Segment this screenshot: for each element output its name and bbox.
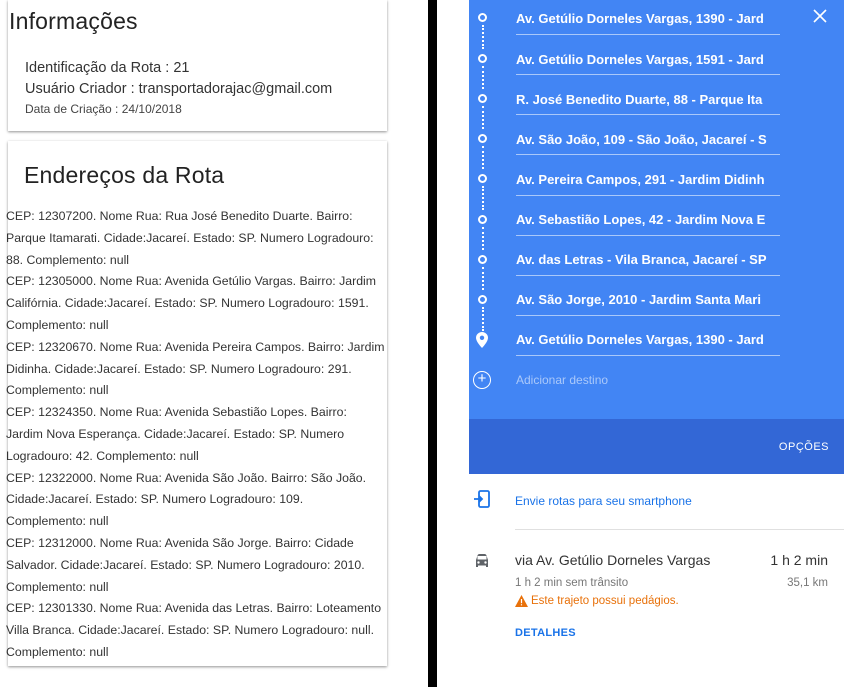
route-connector bbox=[481, 307, 484, 331]
route-creator: Usuário Criador : transportadorajac@gmai… bbox=[25, 81, 333, 97]
info-title: Informações bbox=[9, 8, 138, 34]
address-item: CEP: 12307200. Nome Rua: Rua José Benedi… bbox=[6, 209, 374, 267]
stop-input[interactable]: Av. São João, 109 - São João, Jacareí - … bbox=[516, 130, 780, 154]
close-icon[interactable] bbox=[811, 7, 829, 25]
stop-underline bbox=[516, 235, 780, 236]
divider bbox=[515, 529, 844, 530]
route-connector bbox=[481, 66, 484, 89]
stop-underline bbox=[516, 74, 780, 75]
send-to-phone-link[interactable]: Envie rotas para seu smartphone bbox=[515, 494, 692, 508]
send-to-phone-icon[interactable] bbox=[474, 490, 490, 508]
route-id: Identificação da Rota : 21 bbox=[25, 60, 190, 76]
waypoint-dot-icon bbox=[478, 295, 487, 304]
route-time-no-traffic: 1 h 2 min sem trânsito bbox=[515, 577, 629, 589]
stop-underline bbox=[516, 34, 780, 35]
route-connector bbox=[481, 267, 484, 290]
addresses-card: Endereços da Rota CEP: 12307200. Nome Ru… bbox=[6, 141, 387, 666]
info-card: Informações Identificação da Rota : 21 U… bbox=[8, 0, 387, 131]
route-connector bbox=[481, 106, 484, 129]
stop-input[interactable]: Av. Sebastião Lopes, 42 - Jardim Nova E bbox=[516, 210, 780, 234]
stop-underline bbox=[516, 355, 780, 356]
stop-underline bbox=[516, 114, 780, 115]
waypoint-dot-icon bbox=[478, 134, 487, 143]
stop-underline bbox=[516, 315, 780, 316]
stop-input[interactable]: Av. Getúlio Dorneles Vargas, 1390 - Jard bbox=[516, 9, 780, 33]
stop-input[interactable]: Av. Pereira Campos, 291 - Jardim Didinh bbox=[516, 170, 780, 194]
address-item: CEP: 12312000. Nome Rua: Avenida São Jor… bbox=[6, 535, 365, 594]
stop-input[interactable]: R. José Benedito Duarte, 88 - Parque Ita bbox=[516, 90, 780, 114]
address-item: CEP: 12324350. Nome Rua: Avenida Sebasti… bbox=[6, 405, 347, 463]
destination-input[interactable]: Av. Getúlio Dorneles Vargas, 1390 - Jard bbox=[516, 330, 780, 354]
route-info-panel: Informações Identificação da Rota : 21 U… bbox=[0, 0, 395, 687]
waypoint-dot-icon bbox=[478, 174, 487, 183]
toll-warning: Este trajeto possui pedágios. bbox=[531, 595, 679, 607]
stop-underline bbox=[516, 275, 780, 276]
stop-input[interactable]: Av. São Jorge, 2010 - Jardim Santa Mari bbox=[516, 290, 780, 314]
map-pin-icon bbox=[476, 332, 488, 348]
route-connector bbox=[481, 146, 484, 169]
route-connector bbox=[481, 186, 484, 210]
stop-underline bbox=[516, 154, 780, 155]
addresses-title: Endereços da Rota bbox=[24, 162, 225, 188]
waypoint-dot-icon bbox=[478, 215, 487, 224]
screen-divider bbox=[428, 0, 437, 687]
stop-underline bbox=[516, 195, 780, 196]
address-item: CEP: 12320670. Nome Rua: Avenida Pereira… bbox=[6, 339, 385, 398]
add-destination-input[interactable]: Adicionar destino bbox=[516, 373, 608, 387]
address-item: CEP: 12322000. Nome Rua: Avenida São Joã… bbox=[6, 470, 367, 529]
waypoint-dot-icon bbox=[478, 94, 487, 103]
options-button[interactable]: OPÇÕES bbox=[779, 441, 829, 453]
route-connector bbox=[481, 227, 484, 250]
route-name[interactable]: via Av. Getúlio Dorneles Vargas bbox=[515, 552, 710, 568]
directions-panel: Av. Getúlio Dorneles Vargas, 1390 - Jard… bbox=[437, 0, 844, 687]
warning-icon bbox=[515, 595, 528, 607]
waypoint-dot-icon bbox=[478, 255, 487, 264]
address-item: CEP: 12305000. Nome Rua: Avenida Getúlio… bbox=[6, 274, 377, 332]
route-connector bbox=[481, 25, 484, 49]
waypoint-dot-icon bbox=[478, 13, 487, 22]
address-item: CEP: 12301330. Nome Rua: Avenida das Let… bbox=[6, 601, 382, 659]
route-created-date: Data de Criação : 24/10/2018 bbox=[25, 102, 182, 116]
waypoint-dot-icon bbox=[478, 54, 487, 63]
details-button[interactable]: DETALHES bbox=[515, 627, 576, 639]
address-list: CEP: 12307200. Nome Rua: Rua José Benedi… bbox=[6, 206, 386, 664]
stop-input[interactable]: Av. Getúlio Dorneles Vargas, 1591 - Jard bbox=[516, 50, 780, 74]
car-icon bbox=[476, 554, 488, 567]
route-time: 1 h 2 min bbox=[770, 552, 828, 568]
stop-input[interactable]: Av. das Letras - Vila Branca, Jacareí - … bbox=[516, 250, 780, 274]
route-distance: 35,1 km bbox=[787, 577, 828, 589]
add-circle-icon[interactable]: + bbox=[473, 371, 491, 389]
